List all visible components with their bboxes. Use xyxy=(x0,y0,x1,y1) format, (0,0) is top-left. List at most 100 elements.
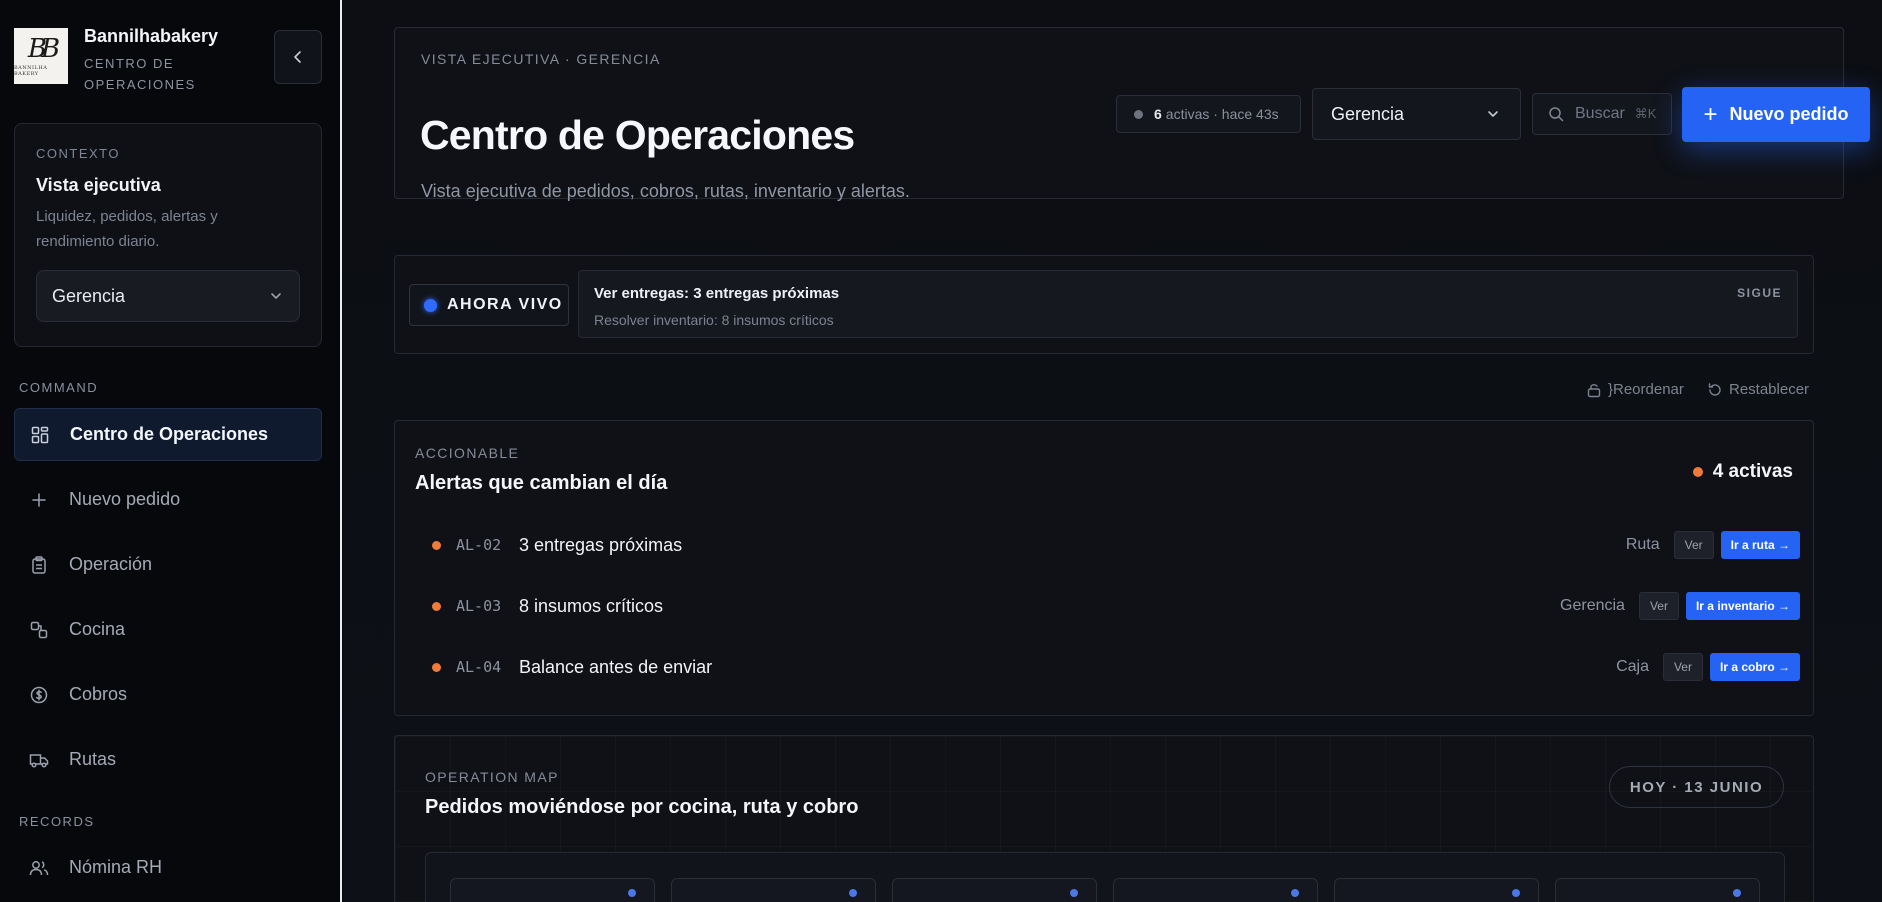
map-date-badge[interactable]: HOY · 13 JUNIO xyxy=(1609,766,1784,808)
users-icon xyxy=(29,858,49,878)
active-status-pill[interactable]: 6 activas · hace 43s xyxy=(1116,95,1301,133)
sidebar-item-cocina[interactable]: Cocina xyxy=(14,603,322,656)
sidebar-item-label: Nómina RH xyxy=(69,857,163,877)
alert-dot-icon xyxy=(1692,467,1703,477)
sidebar: BB BANNILHA BAKERY Bannilhabakery CENTRO… xyxy=(0,0,342,902)
plus-icon xyxy=(29,490,49,510)
plus-icon: + xyxy=(1703,100,1718,128)
chevron-left-icon xyxy=(294,51,301,63)
alerts-count: 4 activas xyxy=(1692,461,1793,483)
dashboard-icon xyxy=(30,425,50,445)
alert-title: 8 insumos críticos xyxy=(519,595,664,616)
context-card: CONTEXTO Vista ejecutiva Liquidez, pedid… xyxy=(14,123,322,347)
sidebar-item-label: Operación xyxy=(69,554,153,574)
map-lane[interactable] xyxy=(671,878,876,902)
map-title: Pedidos moviéndose por cocina, ruta y co… xyxy=(425,796,859,818)
alert-title: 3 entregas próximas xyxy=(519,534,683,555)
search-placeholder: Buscar xyxy=(1575,105,1625,122)
active-count: 6 xyxy=(1154,106,1162,122)
sidebar-item-cobros[interactable]: Cobros xyxy=(14,668,322,721)
context-title: Vista ejecutiva xyxy=(36,175,161,195)
role-select[interactable]: Gerencia xyxy=(1312,88,1521,140)
search-icon xyxy=(1549,107,1564,122)
lane-dot-icon xyxy=(1733,889,1741,897)
alerts-panel: ACCIONABLE Alertas que cambian el día 4 … xyxy=(394,420,1814,716)
view-alert-button[interactable]: Ver xyxy=(1638,592,1679,620)
map-eyebrow: OPERATION MAP xyxy=(425,769,559,785)
lane-dot-icon xyxy=(1512,889,1520,897)
collapse-sidebar-button[interactable] xyxy=(274,30,322,84)
context-label: CONTEXTO xyxy=(36,146,120,161)
context-description: Liquidez, pedidos, alertas y rendimiento… xyxy=(36,208,218,250)
lane-dot-icon xyxy=(628,889,636,897)
view-alert-button[interactable]: Ver xyxy=(1673,531,1714,559)
alert-code: AL-03 xyxy=(456,597,502,615)
map-lane[interactable] xyxy=(1113,878,1318,902)
brand-logo: BB BANNILHA BAKERY xyxy=(14,28,68,84)
context-role-select[interactable]: Gerencia xyxy=(36,270,300,322)
alert-title: Balance antes de enviar xyxy=(519,656,713,677)
reset-icon xyxy=(1707,382,1723,398)
ticker-main-text: Ver entregas: 3 entregas próximas xyxy=(594,285,840,302)
reorder-button[interactable]: }Reordenar xyxy=(1586,381,1684,398)
clipboard-icon xyxy=(29,555,49,575)
alert-row: AL-04 Balance antes de enviar Caja Ver I… xyxy=(432,652,1800,682)
go-to-inventory-button[interactable]: Ir a inventario → xyxy=(1685,592,1800,620)
map-lane[interactable] xyxy=(892,878,1097,902)
alert-code: AL-02 xyxy=(456,536,502,554)
sidebar-item-nuevo-pedido[interactable]: Nuevo pedido xyxy=(14,473,322,526)
lane-dot-icon xyxy=(1291,889,1299,897)
page-header: VISTA EJECUTIVA · GERENCIA Centro de Ope… xyxy=(394,27,1870,201)
alerts-eyebrow: ACCIONABLE xyxy=(415,445,520,461)
lane-dot-icon xyxy=(1070,889,1078,897)
sidebar-item-label: Centro de Operaciones xyxy=(70,424,269,444)
sidebar-item-label: Nuevo pedido xyxy=(69,489,181,509)
nuevo-pedido-button[interactable]: + Nuevo pedido xyxy=(1682,87,1870,142)
lock-icon xyxy=(1586,382,1602,398)
map-lanes xyxy=(425,852,1785,902)
operation-map: OPERATION MAP Pedidos moviéndose por coc… xyxy=(394,735,1814,902)
view-alert-button[interactable]: Ver xyxy=(1662,653,1703,681)
live-ticker: AHORA VIVO Ver entregas: 3 entregas próx… xyxy=(394,255,1814,354)
reset-button[interactable]: Restablecer xyxy=(1707,381,1809,398)
sidebar-item-rutas[interactable]: Rutas xyxy=(14,733,322,786)
page-title: Centro de Operaciones xyxy=(420,112,855,158)
brand: BB BANNILHA BAKERY Bannilhabakery CENTRO… xyxy=(14,26,224,95)
nav-section-records: RECORDS xyxy=(19,814,95,829)
alert-code: AL-04 xyxy=(456,658,502,676)
sidebar-item-label: Cobros xyxy=(69,684,128,704)
go-to-payment-button[interactable]: Ir a cobro → xyxy=(1709,653,1800,681)
ticker-next-label: SIGUE xyxy=(1737,286,1782,300)
sidebar-item-operacion[interactable]: Operación xyxy=(14,538,322,591)
alert-dot-icon xyxy=(432,662,441,672)
chevron-down-icon xyxy=(1488,111,1498,117)
dollar-icon xyxy=(29,685,49,705)
status-dot-icon xyxy=(1134,109,1143,119)
search-input[interactable]: Buscar ⌘K xyxy=(1532,93,1672,135)
main-content: VISTA EJECUTIVA · GERENCIA Centro de Ope… xyxy=(344,0,1882,902)
map-lane[interactable] xyxy=(1555,878,1760,902)
map-lane[interactable] xyxy=(450,878,655,902)
ticker-message[interactable]: Ver entregas: 3 entregas próximas Resolv… xyxy=(578,270,1798,338)
alert-area: Ruta xyxy=(1625,536,1660,553)
map-lane[interactable] xyxy=(1334,878,1539,902)
live-dot-icon xyxy=(424,298,437,312)
live-badge: AHORA VIVO xyxy=(409,284,569,326)
sidebar-item-nomina-rh[interactable]: Nómina RH xyxy=(14,841,322,894)
sidebar-item-label: Cocina xyxy=(69,619,126,639)
alert-area: Caja xyxy=(1616,658,1649,675)
alert-dot-icon xyxy=(432,540,441,550)
brand-subtitle: CENTRO DE OPERACIONES xyxy=(84,56,196,92)
go-to-route-button[interactable]: Ir a ruta → xyxy=(1720,531,1800,559)
alert-area: Gerencia xyxy=(1560,597,1625,614)
alert-dot-icon xyxy=(432,601,441,611)
nav-section-command: COMMAND xyxy=(19,380,99,395)
alert-row: AL-02 3 entregas próximas Ruta Ver Ir a … xyxy=(432,530,1800,560)
search-shortcut: ⌘K xyxy=(1634,106,1657,121)
sidebar-item-centro-de-operaciones[interactable]: Centro de Operaciones xyxy=(14,408,322,461)
brand-name: Bannilhabakery xyxy=(84,26,219,46)
shapes-icon xyxy=(29,620,49,640)
alert-row: AL-03 8 insumos críticos Gerencia Ver Ir… xyxy=(432,591,1800,621)
page-eyebrow: VISTA EJECUTIVA · GERENCIA xyxy=(421,51,661,67)
chevron-down-icon xyxy=(271,293,281,299)
